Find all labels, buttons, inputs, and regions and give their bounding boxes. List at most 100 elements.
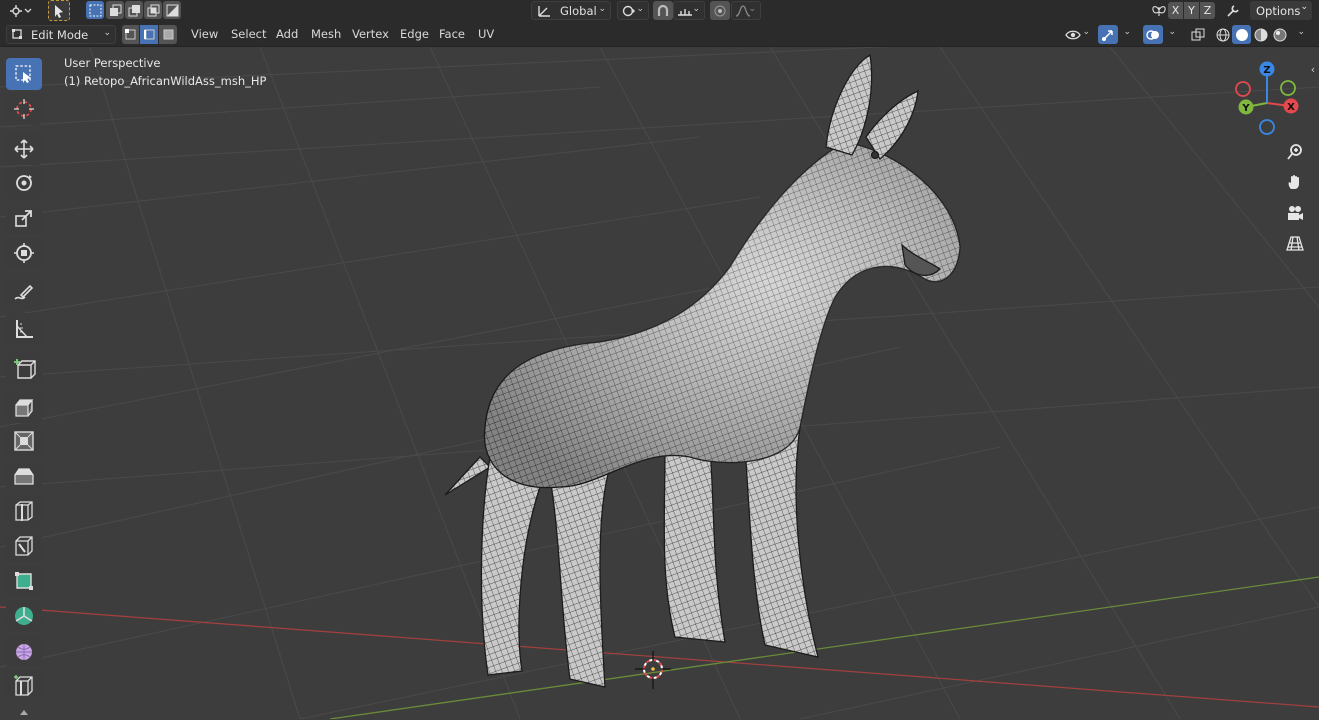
knife-icon [15, 536, 33, 556]
tool-settings-bar: Global ⌄ ⌄ ⌄ ⌄ X Y Z Options ⌄ [0, 0, 1319, 22]
select-mode-extend-button[interactable] [106, 1, 124, 19]
perspective-toggle-button[interactable] [1282, 230, 1308, 256]
select-mode-invert-button[interactable] [163, 1, 181, 19]
select-subtract-icon [128, 4, 140, 16]
camera-view-button[interactable] [1282, 200, 1308, 226]
pointer-icon [55, 4, 63, 18]
zoom-button[interactable] [1282, 139, 1308, 165]
shading-rendered-button[interactable] [1270, 25, 1289, 44]
select-intersect-icon [147, 4, 159, 16]
sidebar-toggle[interactable]: ‹ [1307, 61, 1319, 77]
mode-select[interactable]: Edit Mode ⌄ [6, 25, 116, 44]
snap-target-select[interactable]: ⌄ [673, 1, 705, 20]
tool-annotate[interactable] [6, 278, 42, 310]
3d-viewport[interactable]: User Perspective (1) Retopo_AfricanWildA… [0, 47, 1319, 719]
zoom-icon [1287, 144, 1302, 160]
butterfly-icon [1152, 5, 1166, 16]
tool-edge-slide[interactable] [6, 670, 42, 702]
overlays-options-select[interactable]: ⌄ [1163, 25, 1179, 44]
inset-icon [14, 431, 34, 451]
rotate-icon [16, 175, 32, 191]
arrow-up-icon [20, 710, 28, 715]
gizmo-options-select[interactable]: ⌄ [1118, 25, 1134, 44]
solid-sphere-icon [1235, 28, 1248, 41]
snap-toggle-button[interactable] [653, 1, 673, 20]
tool-smooth[interactable] [6, 635, 42, 667]
select-mode-new-button[interactable] [86, 1, 104, 19]
edge-slide-icon [14, 675, 33, 696]
tool-select-box[interactable] [6, 58, 42, 90]
menu-uv[interactable]: UV [472, 24, 500, 45]
menu-view[interactable]: View [185, 24, 224, 45]
xray-toggle-button[interactable] [1188, 25, 1208, 44]
menu-vertex[interactable]: Vertex [346, 24, 395, 45]
transform-orientation-value: Global [560, 3, 597, 18]
camera-icon [1288, 206, 1303, 220]
tool-knife[interactable] [6, 530, 42, 562]
tool-add-cube[interactable] [6, 353, 42, 385]
shading-material-button[interactable] [1251, 25, 1270, 44]
visibility-select[interactable]: ⌄ [1062, 25, 1094, 44]
auto-merge-button[interactable] [1222, 1, 1244, 20]
edge-mode-icon [143, 29, 154, 40]
tool-bevel[interactable] [6, 460, 42, 492]
edge-select-mode-button[interactable] [140, 25, 158, 44]
mirror-z-button[interactable]: Z [1200, 2, 1215, 19]
select-mode-subtract-button[interactable] [125, 1, 143, 19]
rendered-sphere-icon [1273, 28, 1286, 41]
shading-wireframe-button[interactable] [1213, 25, 1232, 44]
tool-loop-cut[interactable] [6, 495, 42, 527]
tool-measure[interactable] [6, 313, 42, 345]
donkey-mesh [444, 53, 961, 688]
falloff-select[interactable]: ⌄ [731, 1, 761, 20]
menu-edge[interactable]: Edge [394, 24, 435, 45]
chevron-down-icon: ⌄ [103, 28, 111, 38]
snap-increment-icon [678, 8, 692, 16]
navigation-gizmo[interactable]: X Y Z [1228, 59, 1308, 139]
mirror-options-button[interactable] [1149, 1, 1169, 20]
shading-options-select[interactable]: ⌄ [1290, 25, 1308, 44]
chevron-down-icon: ⌄ [692, 4, 700, 14]
pivot-point-select[interactable]: ⌄ [617, 1, 649, 20]
tool-cursor[interactable] [6, 93, 42, 125]
bevel-icon [14, 468, 34, 485]
tool-rotate[interactable] [6, 167, 42, 199]
gizmo-y-label: Y [1241, 103, 1250, 114]
wireframe-sphere-icon [1216, 28, 1229, 41]
active-object-label: (1) Retopo_AfricanWildAss_msh_HP [64, 74, 267, 88]
face-select-mode-button[interactable] [159, 25, 177, 44]
proportional-edit-button[interactable] [710, 1, 730, 20]
extrude-icon [15, 399, 34, 417]
grid-perspective-icon [1286, 236, 1304, 251]
tool-scale[interactable] [6, 202, 42, 234]
face-mode-icon [163, 29, 173, 40]
tool-transform[interactable] [6, 237, 42, 269]
mirror-y-button[interactable]: Y [1184, 2, 1199, 19]
gizmo-neg-x-dot [1235, 81, 1251, 97]
shading-solid-button[interactable] [1232, 25, 1251, 44]
select-mode-intersect-button[interactable] [144, 1, 162, 19]
select-new-icon [89, 4, 101, 16]
options-label: Options [1256, 3, 1301, 18]
menu-face[interactable]: Face [433, 24, 471, 45]
transform-orientation-select[interactable]: Global ⌄ [531, 1, 611, 20]
tool-spin[interactable] [6, 600, 42, 632]
tool-extrude[interactable] [6, 391, 42, 423]
mirror-x-button[interactable]: X [1168, 2, 1183, 19]
smooth-icon [16, 644, 32, 660]
pan-button[interactable] [1282, 169, 1308, 195]
editor-type-button[interactable] [6, 1, 36, 20]
tool-move[interactable] [6, 133, 42, 165]
tool-more[interactable] [6, 706, 42, 720]
menu-mesh[interactable]: Mesh [305, 24, 347, 45]
vertex-select-mode-button[interactable] [122, 25, 139, 44]
tool-inset[interactable] [6, 425, 42, 457]
chevron-down-icon: ⌄ [1082, 27, 1090, 37]
options-button[interactable]: Options ⌄ [1250, 1, 1312, 20]
menu-select[interactable]: Select [225, 24, 272, 45]
tool-select-button[interactable] [48, 0, 70, 21]
gizmo-toggle-button[interactable] [1098, 25, 1118, 44]
tool-poly-build[interactable] [6, 565, 42, 597]
menu-add[interactable]: Add [270, 24, 304, 45]
overlays-toggle-button[interactable] [1143, 25, 1163, 44]
